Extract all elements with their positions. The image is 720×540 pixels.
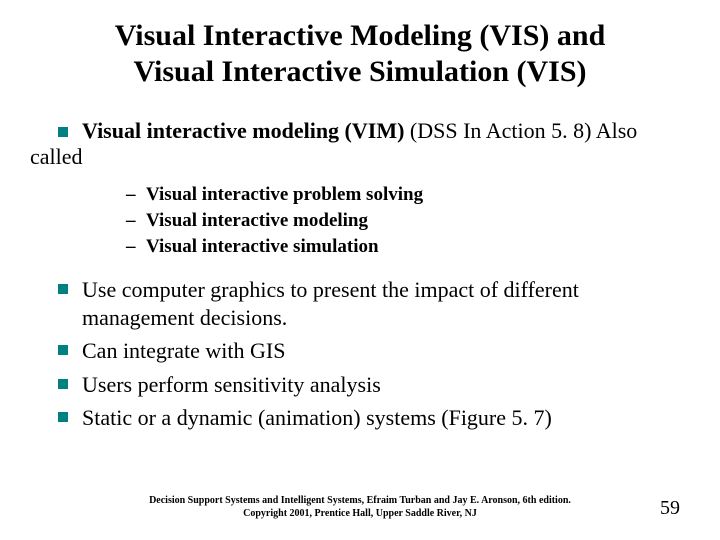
square-bullet-icon [58, 284, 68, 294]
intro-paragraph: Visual interactive modeling (VIM) (DSS I… [30, 118, 690, 170]
footer-line-2: Copyright 2001, Prentice Hall, Upper Sad… [243, 508, 477, 519]
list-item: Can integrate with GIS [58, 337, 690, 365]
square-bullet-icon [58, 345, 68, 355]
slide-title: Visual Interactive Modeling (VIS) and Vi… [30, 18, 690, 90]
slide: Visual Interactive Modeling (VIS) and Vi… [0, 0, 720, 540]
square-bullet-icon [58, 127, 68, 137]
list-item-text: Can integrate with GIS [82, 337, 690, 365]
sub-item-text: Visual interactive problem solving [146, 184, 423, 205]
sub-item-text: Visual interactive simulation [146, 236, 379, 257]
square-bullet-icon [58, 412, 68, 422]
sub-item-text: Visual interactive modeling [146, 210, 368, 231]
sub-item: –Visual interactive simulation [126, 236, 690, 258]
dash-icon: – [126, 236, 138, 258]
main-list: Use computer graphics to present the imp… [58, 276, 690, 432]
list-item-text: Static or a dynamic (animation) systems … [82, 404, 690, 432]
sub-item: –Visual interactive modeling [126, 210, 690, 232]
title-line-1: Visual Interactive Modeling (VIS) and [115, 19, 606, 52]
list-item-text: Users perform sensitivity analysis [82, 371, 690, 399]
dash-icon: – [126, 210, 138, 232]
sub-list: –Visual interactive problem solving –Vis… [126, 184, 690, 258]
sub-item: –Visual interactive problem solving [126, 184, 690, 206]
footer: Decision Support Systems and Intelligent… [0, 494, 720, 520]
title-line-2: Visual Interactive Simulation (VIS) [133, 55, 586, 88]
footer-reference: Decision Support Systems and Intelligent… [103, 494, 618, 520]
list-item: Use computer graphics to present the imp… [58, 276, 690, 331]
dash-icon: – [126, 184, 138, 206]
square-bullet-icon [58, 379, 68, 389]
footer-line-1: Decision Support Systems and Intelligent… [149, 495, 571, 506]
list-item: Static or a dynamic (animation) systems … [58, 404, 690, 432]
intro-bold: Visual interactive modeling (VIM) [82, 118, 404, 143]
list-item-text: Use computer graphics to present the imp… [82, 276, 690, 331]
list-item: Users perform sensitivity analysis [58, 371, 690, 399]
page-number: 59 [660, 497, 680, 520]
